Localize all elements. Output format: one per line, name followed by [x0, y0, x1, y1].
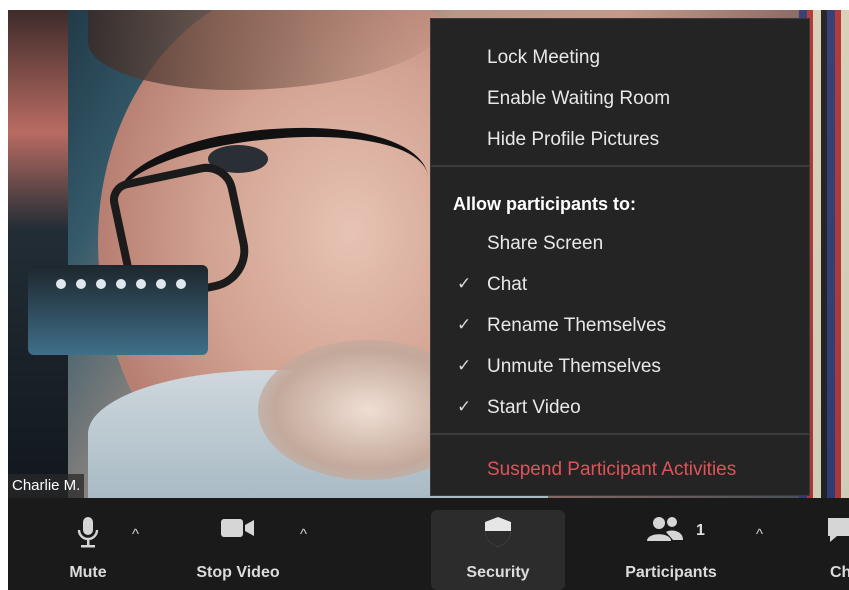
- background-device: [28, 265, 208, 355]
- participants-label: Participants: [625, 564, 717, 581]
- device-light: [156, 279, 166, 289]
- menu-divider: [431, 165, 809, 167]
- shield-icon: [484, 516, 512, 553]
- participants-options-caret[interactable]: ^: [756, 526, 763, 543]
- checkmark-icon: ✓: [457, 274, 472, 293]
- stop-video-label: Stop Video: [196, 564, 280, 581]
- checkmark-icon: ✓: [457, 315, 472, 334]
- menu-item-unmute-themselves[interactable]: ✓ Unmute Themselves: [457, 356, 661, 378]
- checkmark-icon: ✓: [457, 356, 472, 375]
- device-light: [136, 279, 146, 289]
- allow-participants-header: Allow participants to:: [453, 194, 637, 214]
- microphone-icon: [75, 516, 101, 555]
- mute-options-caret[interactable]: ^: [132, 526, 139, 543]
- permission-label: Start Video: [487, 397, 581, 418]
- video-camera-icon: [220, 516, 256, 545]
- meeting-toolbar: Mute ^ Stop Video ^ Security Participant…: [8, 498, 849, 590]
- participants-icon: [646, 516, 684, 547]
- meeting-window: Charlie M. Lock Meeting Enable Waiting R…: [0, 0, 849, 590]
- participant-name-label: Charlie M.: [8, 474, 85, 498]
- menu-item-rename-themselves[interactable]: ✓ Rename Themselves: [457, 315, 667, 337]
- device-light: [56, 279, 66, 289]
- menu-item-lock-meeting[interactable]: Lock Meeting: [487, 47, 600, 69]
- device-light: [116, 279, 126, 289]
- menu-item-enable-waiting-room[interactable]: Enable Waiting Room: [487, 88, 670, 110]
- mute-label: Mute: [69, 564, 107, 581]
- permission-label: Rename Themselves: [487, 315, 667, 336]
- background-shelf: [8, 10, 68, 498]
- menu-item-start-video[interactable]: ✓ Start Video: [457, 397, 581, 419]
- security-menu: Lock Meeting Enable Waiting Room Hide Pr…: [430, 18, 810, 496]
- permission-label: Share Screen: [487, 233, 604, 254]
- stop-video-button[interactable]: Stop Video: [178, 498, 298, 590]
- participants-count-badge: 1: [696, 522, 705, 539]
- security-button[interactable]: Security: [431, 498, 565, 590]
- video-options-caret[interactable]: ^: [300, 526, 307, 543]
- mute-button[interactable]: Mute: [48, 498, 128, 590]
- checkmark-icon: ✓: [457, 397, 472, 416]
- menu-divider: [431, 433, 809, 435]
- menu-item-hide-profile-pictures[interactable]: Hide Profile Pictures: [487, 129, 659, 151]
- participants-button[interactable]: Participants: [606, 498, 736, 590]
- menu-item-share-screen[interactable]: Share Screen: [487, 233, 603, 255]
- menu-item-chat[interactable]: ✓ Chat: [457, 274, 528, 296]
- permission-label: Unmute Themselves: [487, 356, 661, 377]
- chat-bubble-icon: [825, 516, 849, 549]
- menu-item-suspend-participant-activities[interactable]: Suspend Participant Activities: [487, 459, 736, 481]
- chat-label: Ch: [830, 564, 849, 581]
- device-light: [96, 279, 106, 289]
- chat-button[interactable]: Ch: [820, 498, 849, 590]
- device-light: [176, 279, 186, 289]
- device-light: [76, 279, 86, 289]
- permission-label: Chat: [487, 274, 528, 295]
- security-label: Security: [466, 564, 530, 581]
